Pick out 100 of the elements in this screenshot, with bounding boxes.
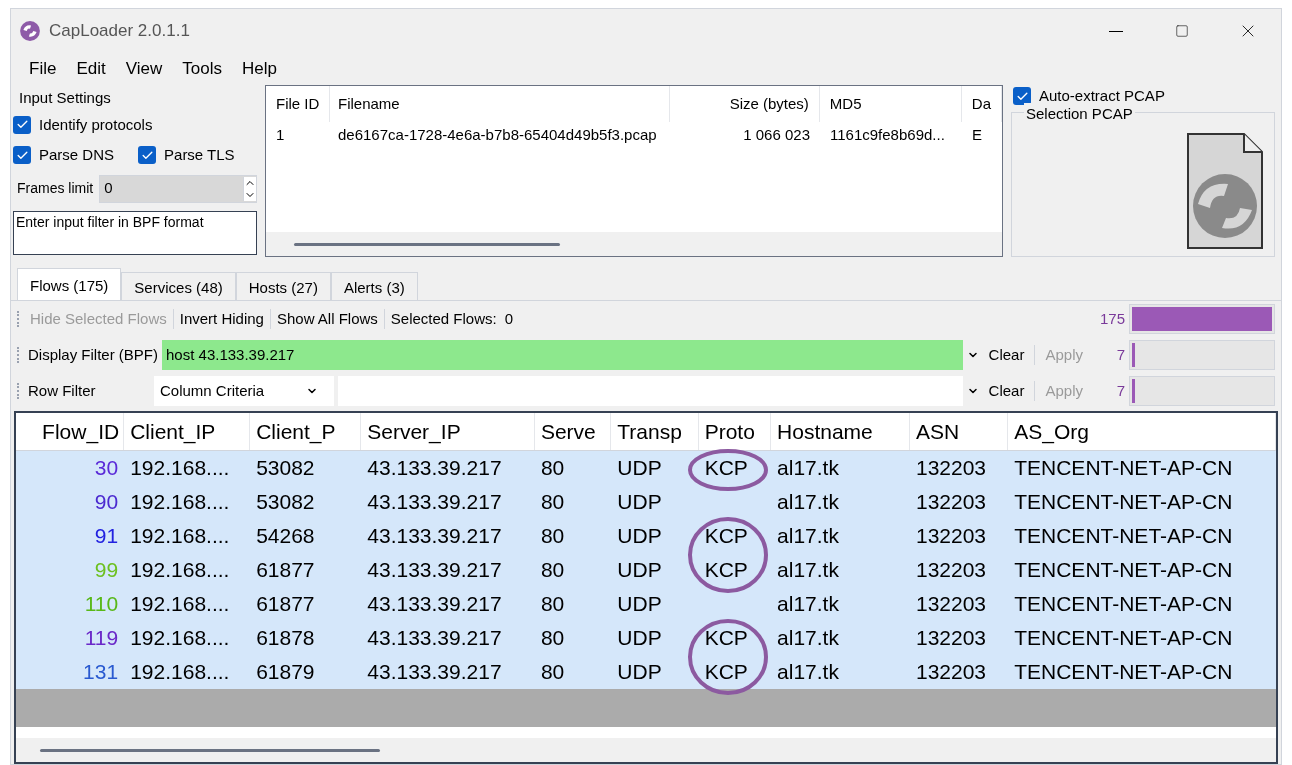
table-cell-text: 119 [83, 625, 120, 652]
count-label: 7 [1115, 380, 1125, 401]
display-filter-field[interactable]: host 43.133.39.217 [162, 340, 963, 370]
table-cell-text: 53082 [255, 455, 316, 482]
table-row[interactable]: 90 192.168.... 53082 43.133.39.217 80 UDP al17.tk 132203 TENCENT-NET-AP-CN [16, 485, 1276, 519]
group-title: Input Settings [19, 88, 112, 108]
filter-label: Row Filter [28, 380, 97, 401]
tab[interactable]: Services (48) [121, 272, 236, 300]
checkbox-label: Parse DNS [39, 145, 115, 165]
toolbar-button[interactable]: Show All Flows [270, 307, 384, 331]
table-cell-text: 54268 [255, 523, 316, 550]
filter-label: Display Filter (BPF) [28, 344, 158, 365]
table-cell-text: E [971, 124, 983, 145]
column-header[interactable]: Da [961, 86, 1002, 122]
tab[interactable]: Flows (175) [17, 268, 122, 300]
table-cell-text: 192.168.... [129, 489, 231, 516]
column-header[interactable]: Hostname [771, 413, 910, 450]
table-cell-text: 43.133.39.217 [366, 591, 503, 618]
bpf-filter-field[interactable]: Enter input filter in BPF format [13, 210, 257, 255]
table-cell-text: TENCENT-NET-AP-CN [1013, 591, 1234, 618]
table-cell-text: 30 [93, 455, 120, 482]
table-cell-text: 80 [539, 625, 566, 652]
menu-item[interactable]: Help [231, 56, 287, 82]
menu-item[interactable]: Edit [66, 56, 116, 82]
column-header[interactable]: Client_IP [124, 413, 251, 450]
table-cell-text: 192.168.... [129, 455, 231, 482]
column-criteria-dropdown[interactable]: Column Criteria [154, 376, 334, 406]
column-header[interactable]: Proto [698, 413, 772, 450]
column-header[interactable]: ASN [909, 413, 1009, 450]
column-header[interactable]: File ID [266, 86, 330, 122]
minimize-icon [1109, 30, 1123, 32]
table-cell-text: 61877 [255, 591, 316, 618]
table-cell-text: 43.133.39.217 [366, 489, 503, 516]
table-cell-text: al17.tk [776, 557, 840, 584]
table-cell-text: 132203 [914, 523, 988, 550]
tab[interactable]: Hosts (27) [235, 272, 331, 300]
column-header[interactable]: MD5 [819, 86, 962, 122]
table-cell-text: UDP [616, 659, 663, 686]
column-header[interactable]: Serve [534, 413, 612, 450]
table-cell-text: 43.133.39.217 [366, 625, 503, 652]
table-cell-text: UDP [616, 625, 663, 652]
table-cell-text: 192.168.... [129, 523, 231, 550]
table-cell-text: 80 [539, 523, 566, 550]
table-cell-text: 131 [82, 659, 120, 686]
checkbox[interactable] [138, 146, 157, 165]
clear-button[interactable]: Clear [982, 379, 1031, 403]
scrollbar[interactable] [266, 232, 1002, 256]
table-row[interactable]: 110 192.168.... 61877 43.133.39.217 80 UDP al17.tk 132203 TENCENT-NET-AP-CN [16, 587, 1276, 621]
table-row[interactable]: 131 192.168.... 61879 43.133.39.217 80 UDP KCP al17.tk 132203 TENCENT-NET-AP-CN [16, 655, 1276, 689]
column-header[interactable]: Flow_ID [16, 413, 125, 450]
table-cell-text: 132203 [914, 659, 988, 686]
table-cell-text: al17.tk [776, 455, 840, 482]
table-row[interactable]: 99 192.168.... 61877 43.133.39.217 80 UDP KCP al17.tk 132203 TENCENT-NET-AP-CN [16, 553, 1276, 587]
table-cell-text: al17.tk [776, 591, 840, 618]
column-header[interactable]: Filename [330, 86, 670, 122]
table-cell-text: UDP [616, 557, 663, 584]
table-cell-text: 1161c9fe8b69d... [829, 124, 946, 145]
scrollbar[interactable] [16, 738, 1276, 762]
table-cell-text: 53082 [255, 489, 316, 516]
clear-button[interactable]: Clear [982, 343, 1031, 367]
table-cell-text: 80 [539, 591, 566, 618]
table-cell-text: 99 [93, 557, 120, 584]
table-cell-text: 43.133.39.217 [366, 557, 503, 584]
menu-item[interactable]: Tools [172, 56, 232, 82]
table-cell: KCP [698, 520, 772, 552]
menu-item[interactable]: File [19, 56, 67, 82]
table-cell-text: 61877 [255, 557, 316, 584]
checkbox[interactable] [13, 115, 31, 134]
table-cell-text: 61878 [255, 625, 316, 652]
column-header[interactable]: Size (bytes) [669, 86, 820, 122]
count-label: 7 [1115, 344, 1125, 365]
table-cell-text: TENCENT-NET-AP-CN [1013, 557, 1234, 584]
table-cell-text: 192.168.... [129, 557, 231, 584]
checkbox[interactable] [1013, 87, 1031, 106]
table-cell-text: UDP [616, 455, 663, 482]
tab[interactable]: Alerts (3) [330, 272, 418, 300]
spinner-value: 0 [104, 178, 114, 199]
menu-item[interactable]: View [115, 56, 173, 82]
table-cell: KCP [698, 622, 772, 654]
column-header[interactable]: Transp [611, 413, 699, 450]
column-header[interactable]: Client_P [250, 413, 362, 450]
table-cell-text: al17.tk [776, 659, 840, 686]
spinner-field[interactable]: 0 [99, 174, 257, 203]
table-cell-text: 1 066 023 [742, 124, 811, 145]
column-header[interactable]: Server_IP [361, 413, 535, 450]
table-cell-text: 90 [93, 489, 120, 516]
table-cell-text: 80 [539, 659, 566, 686]
column-header[interactable]: AS_Org [1008, 413, 1276, 450]
table-cell-text: 192.168.... [129, 625, 231, 652]
checkbox[interactable] [13, 146, 31, 165]
table-cell-text: 132203 [914, 591, 988, 618]
table-cell-text: 43.133.39.217 [366, 523, 503, 550]
field-label: Frames limit [17, 179, 94, 198]
grip-icon [17, 347, 20, 363]
table-cell-text: UDP [616, 523, 663, 550]
table-cell-text: TENCENT-NET-AP-CN [1013, 659, 1234, 686]
table-cell-text: TENCENT-NET-AP-CN [1013, 455, 1234, 482]
table-cell-text: 80 [539, 489, 566, 516]
toolbar-button[interactable]: Invert Hiding [173, 307, 270, 331]
table-cell-text: 43.133.39.217 [366, 455, 503, 482]
